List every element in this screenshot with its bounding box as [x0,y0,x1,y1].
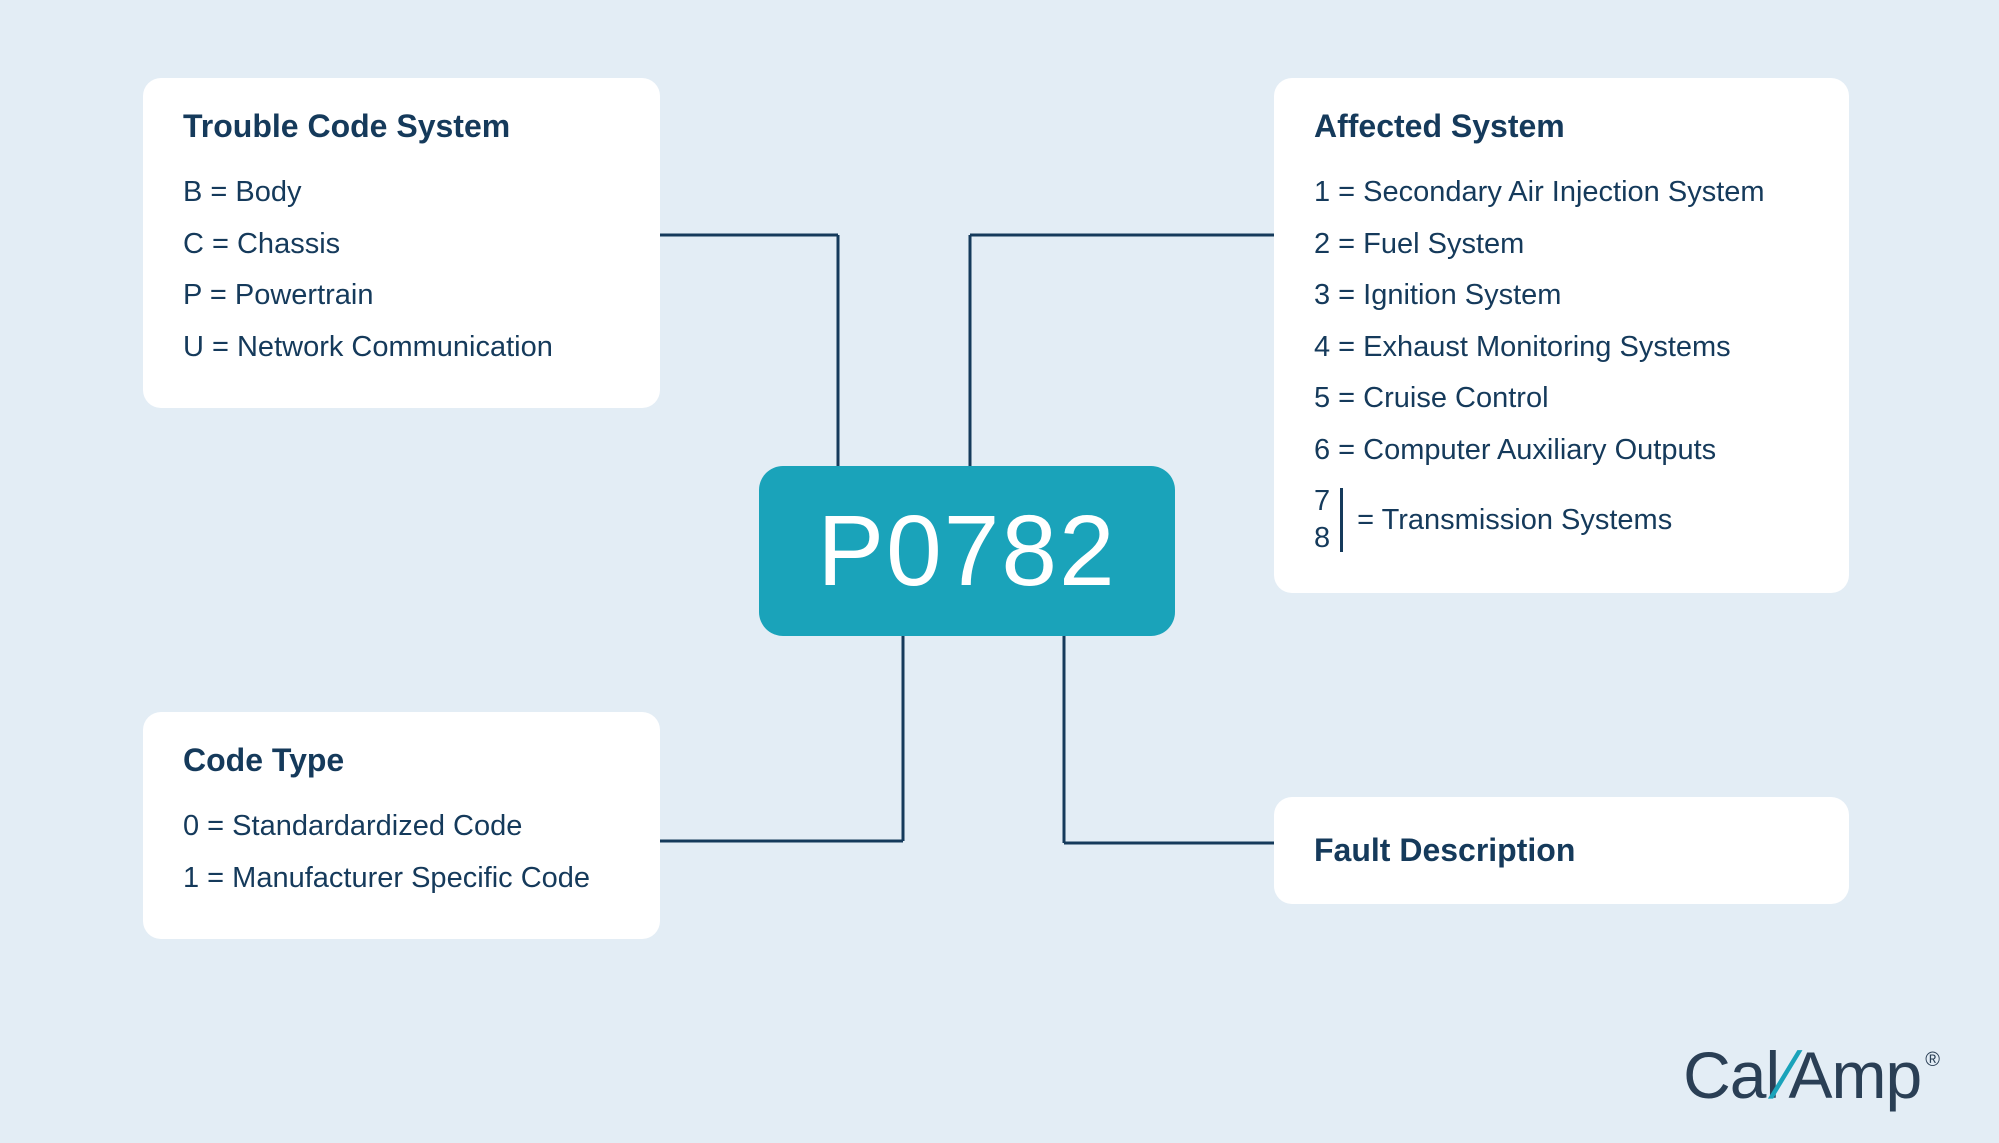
list-item: U = Network Communication [183,322,620,374]
card-title: Affected System [1314,108,1809,145]
card-title: Code Type [183,742,620,779]
card-fault-description: Fault Description [1274,797,1849,904]
card-title: Trouble Code System [183,108,620,145]
stacked-numbers: 7 8 [1314,483,1330,558]
card-list: 0 = Standardardized Code 1 = Manufacture… [183,801,620,904]
logo-part1: Cal [1683,1037,1779,1113]
list-item: C = Chassis [183,219,620,271]
logo-part2: Amp [1789,1037,1922,1113]
calamp-logo: Cal / Amp ® [1683,1037,1939,1113]
stacked-num: 8 [1314,520,1330,558]
list-item: B = Body [183,167,620,219]
center-code-badge: P0782 [759,466,1175,636]
card-trouble-code-system: Trouble Code System B = Body C = Chassis… [143,78,660,408]
stacked-num: 7 [1314,483,1330,521]
list-item: P = Powertrain [183,270,620,322]
list-item: 0 = Standardardized Code [183,801,620,853]
list-item: 1 = Secondary Air Injection System [1314,167,1809,219]
list-item: 4 = Exhaust Monitoring Systems [1314,322,1809,374]
stacked-list-item: 7 8 = Transmission Systems [1314,483,1809,558]
list-item: 1 = Manufacturer Specific Code [183,853,620,905]
card-list: 1 = Secondary Air Injection System 2 = F… [1314,167,1809,477]
card-affected-system: Affected System 1 = Secondary Air Inject… [1274,78,1849,593]
card-list: B = Body C = Chassis P = Powertrain U = … [183,167,620,373]
list-item: 5 = Cruise Control [1314,373,1809,425]
list-item: 3 = Ignition System [1314,270,1809,322]
card-code-type: Code Type 0 = Standardardized Code 1 = M… [143,712,660,939]
list-item: 6 = Computer Auxiliary Outputs [1314,425,1809,477]
card-title: Fault Description [1314,832,1809,869]
list-item: 2 = Fuel System [1314,219,1809,271]
stacked-label: = Transmission Systems [1357,503,1672,538]
logo-registered: ® [1925,1049,1939,1072]
stacked-divider [1340,488,1343,552]
